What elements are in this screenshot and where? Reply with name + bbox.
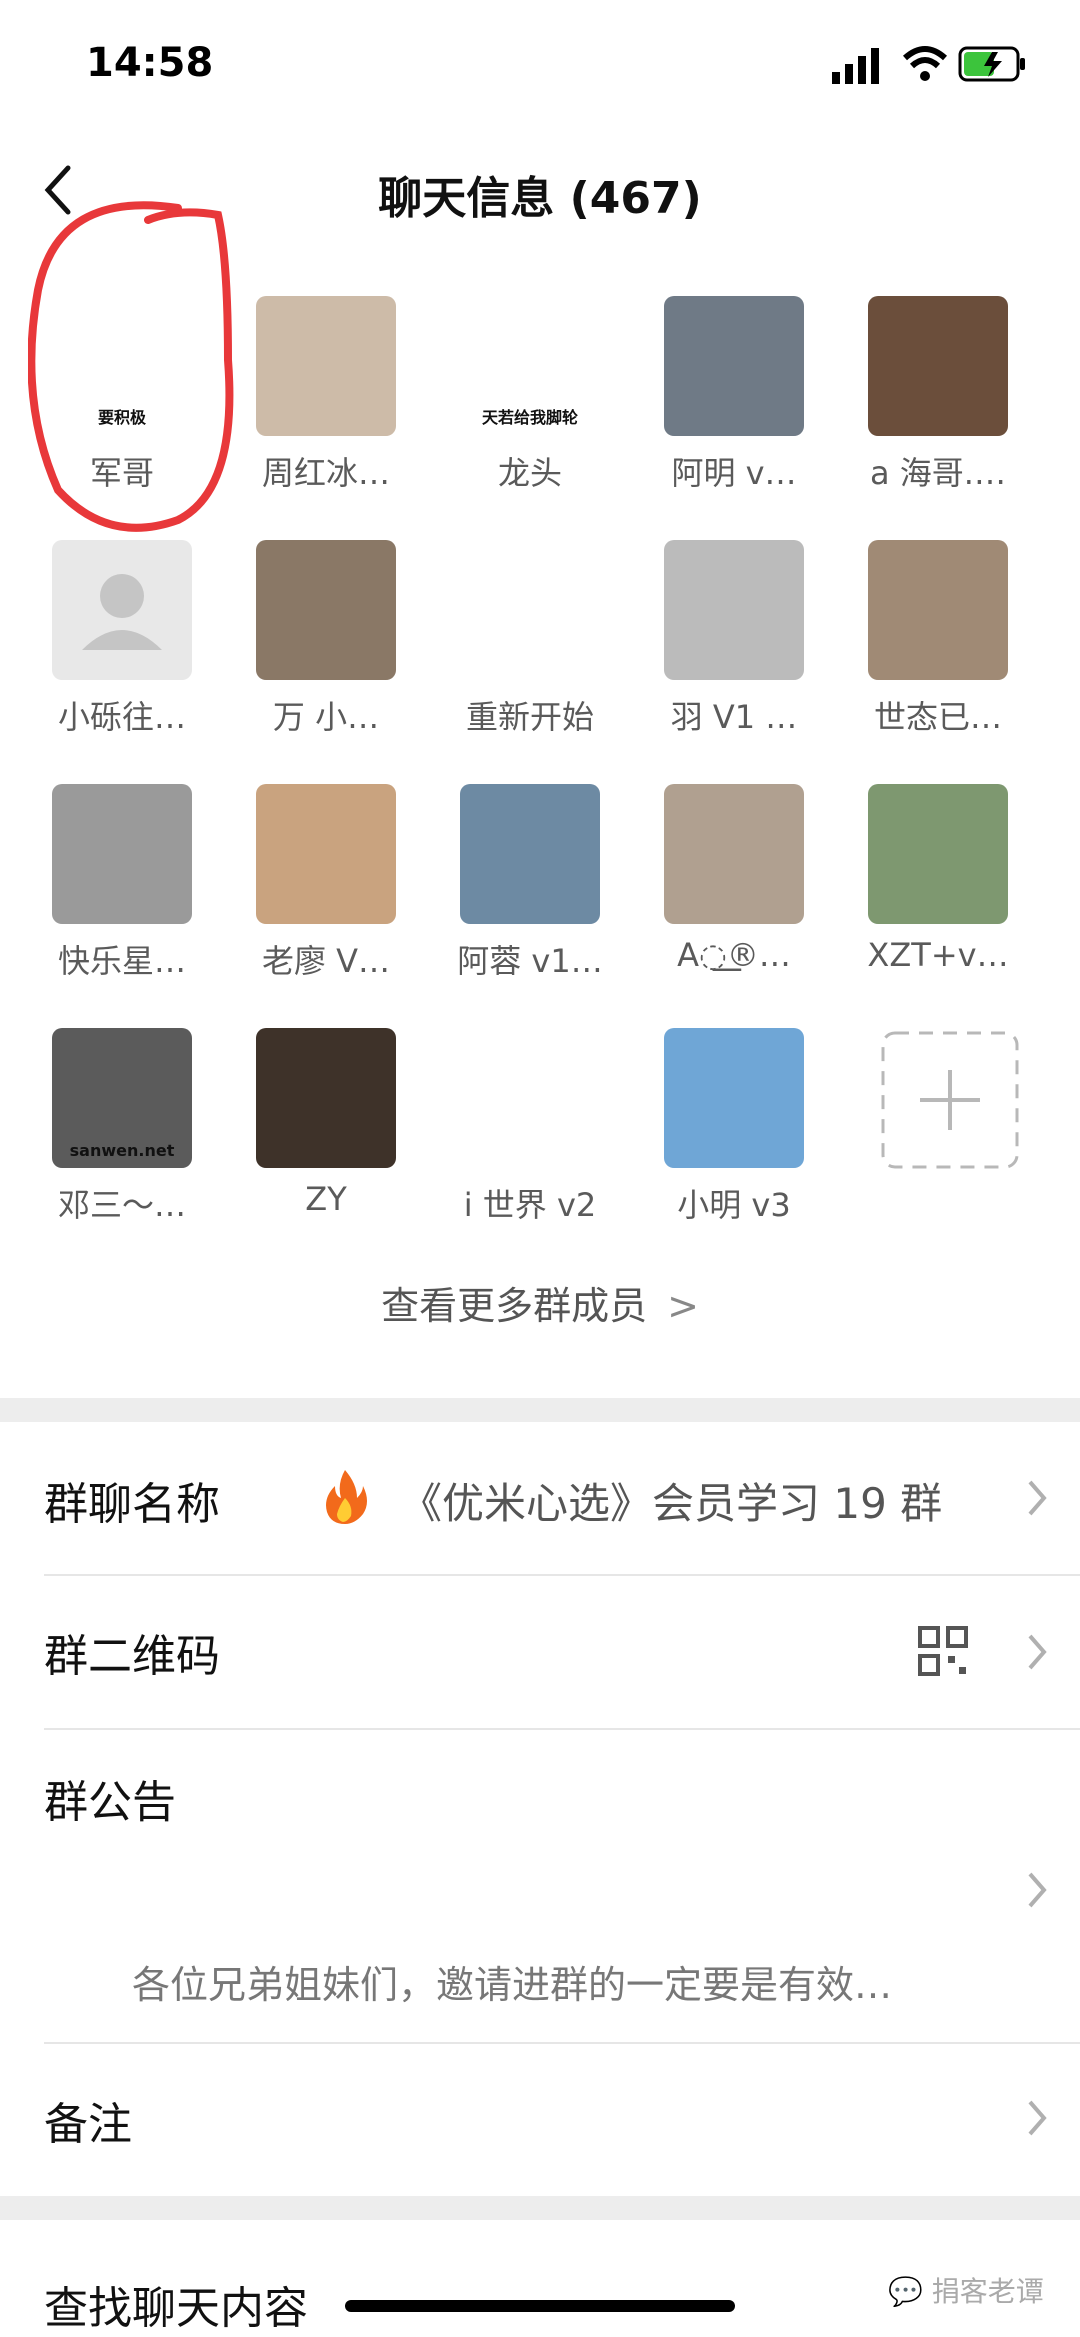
search-chat-label: 查找聊天内容 — [44, 2283, 308, 2334]
add-member-button[interactable] — [870, 1030, 1030, 1170]
avatar — [460, 540, 600, 680]
signal-icon — [832, 48, 879, 84]
watermark: 💬 捐客老谭 — [888, 2270, 1044, 2310]
view-more-label: 查看更多群成员 — [381, 1284, 648, 1328]
avatar-caption: 天若给我脚轮 — [481, 408, 578, 427]
remark-label: 备注 — [44, 2099, 132, 2150]
group-name-label: 群聊名称 — [44, 1479, 220, 1530]
avatar — [52, 784, 192, 924]
member-name: 快乐星… — [57, 942, 186, 980]
avatar — [868, 540, 1008, 680]
member-name: 小明 v3 — [677, 1186, 791, 1224]
notice-label: 群公告 — [44, 1777, 176, 1828]
view-more-members[interactable]: 查看更多群成员 > — [0, 1275, 1080, 1330]
home-indicator[interactable] — [345, 2300, 735, 2312]
member-item[interactable]: 小砾往… — [42, 540, 202, 738]
member-name: 邓三～… — [57, 1186, 186, 1224]
member-name: A◌͟͟®… — [677, 936, 791, 974]
chevron-right-icon — [1028, 1872, 1047, 1908]
member-name: ZY — [305, 1180, 347, 1218]
group-notice-row[interactable]: 群公告 各位兄弟姐妹们，邀请进群的一定要是有效… — [0, 1730, 1080, 2042]
member-name: XZT+v… — [867, 936, 1009, 974]
battery-icon — [958, 46, 1025, 82]
member-name: 阿明 v… — [671, 454, 797, 492]
avatar-caption: sanwen.net — [69, 1141, 175, 1160]
avatar — [256, 784, 396, 924]
member-item[interactable]: 快乐星… — [42, 784, 202, 982]
avatar: sanwen.net — [52, 1028, 192, 1168]
avatar — [664, 540, 804, 680]
avatar — [256, 296, 396, 436]
member-item[interactable]: i 世界 v2 — [450, 1028, 610, 1226]
member-item[interactable]: XZT+v… — [858, 784, 1018, 974]
avatar — [664, 1028, 804, 1168]
notice-text: 各位兄弟姐妹们，邀请进群的一定要是有效… — [132, 1963, 893, 2007]
avatar — [52, 540, 192, 680]
avatar — [460, 784, 600, 924]
member-name: a 海哥.… — [870, 454, 1006, 492]
member-item[interactable]: 重新开始 — [450, 540, 610, 738]
chevron-right-icon — [1028, 1480, 1047, 1516]
section-separator — [0, 1398, 1080, 1422]
member-item[interactable]: 阿蓉 v1… — [450, 784, 610, 982]
status-bar: 14:58 — [0, 0, 1080, 130]
avatar — [868, 296, 1008, 436]
plus-icon — [881, 1031, 1019, 1169]
wifi-icon — [902, 46, 948, 81]
member-item[interactable]: ZY — [246, 1028, 406, 1218]
highlight-circle — [28, 201, 234, 532]
avatar — [256, 1028, 396, 1168]
status-time: 14:58 — [86, 40, 214, 86]
member-item[interactable]: 天若给我脚轮 龙头 — [450, 296, 610, 494]
chevron-right-icon — [1028, 2100, 1047, 2136]
wechat-icon: 💬 — [888, 2275, 923, 2308]
avatar — [664, 296, 804, 436]
group-name-row[interactable]: 群聊名称 《优米心选》会员学习 19 群 — [0, 1422, 1080, 1574]
member-item[interactable]: 世态已… — [858, 540, 1018, 738]
section-separator — [0, 2196, 1080, 2220]
member-name: i 世界 v2 — [463, 1186, 597, 1224]
fire-icon — [326, 1470, 367, 1524]
member-name: 重新开始 — [465, 698, 594, 736]
member-name: 老廖 V… — [261, 942, 391, 980]
qr-code-icon — [918, 1626, 968, 1676]
member-item[interactable]: 小明 v3 — [654, 1028, 814, 1226]
avatar — [256, 540, 396, 680]
member-name: 周红冰… — [261, 454, 390, 492]
chevron-right-icon — [1028, 1634, 1047, 1670]
group-name-value: 《优米心选》会员学习 19 群 — [400, 1479, 943, 1528]
member-item[interactable]: 周红冰… — [246, 296, 406, 494]
member-item[interactable]: 老廖 V… — [246, 784, 406, 982]
watermark-text: 捐客老谭 — [931, 2275, 1044, 2308]
member-item[interactable]: 万 小… — [246, 540, 406, 738]
avatar — [460, 1028, 600, 1168]
member-item[interactable]: 羽 V1 … — [654, 540, 814, 738]
avatar — [868, 784, 1008, 924]
member-name: 羽 V1 … — [670, 698, 798, 736]
avatar — [664, 784, 804, 924]
member-item[interactable]: sanwen.net 邓三～… — [42, 1028, 202, 1226]
member-name: 小砾往… — [57, 698, 186, 736]
member-item[interactable]: a 海哥.… — [858, 296, 1018, 494]
remark-row[interactable]: 备注 — [0, 2044, 1080, 2194]
member-item[interactable]: 阿明 v… — [654, 296, 814, 494]
group-qr-row[interactable]: 群二维码 — [0, 1576, 1080, 1728]
qr-label: 群二维码 — [44, 1631, 220, 1682]
avatar: 天若给我脚轮 — [460, 296, 600, 436]
chevron-right-icon: > — [667, 1284, 699, 1328]
member-name: 万 小… — [272, 698, 380, 736]
member-name: 世态已… — [873, 698, 1002, 736]
member-item[interactable]: A◌͟͟®… — [654, 784, 814, 974]
member-name: 龙头 — [497, 454, 562, 492]
member-name: 阿蓉 v1… — [457, 942, 603, 980]
